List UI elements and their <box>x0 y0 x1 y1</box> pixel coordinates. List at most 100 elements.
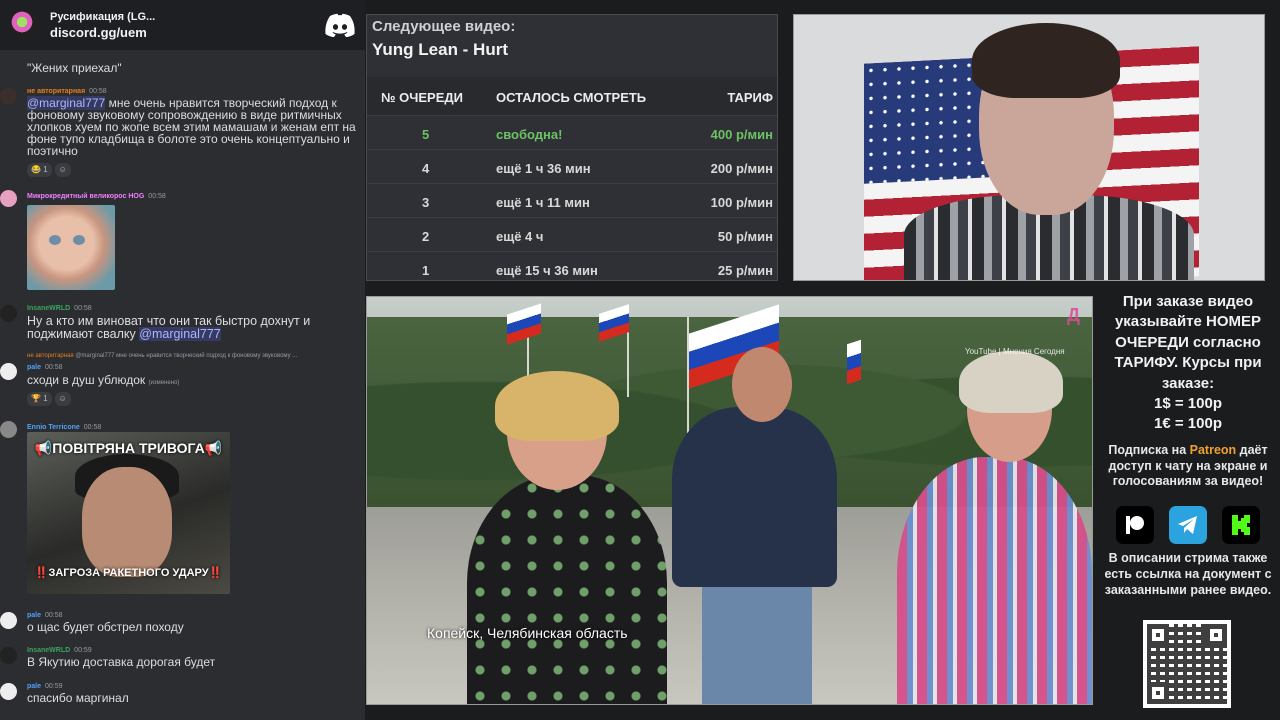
man-face <box>732 347 792 422</box>
rate: 100 р/мин <box>710 195 773 210</box>
username-text: InsaneWRLD <box>27 305 71 312</box>
qr-pattern <box>1147 624 1227 704</box>
man-center <box>672 347 842 704</box>
mention[interactable]: @marginal777 <box>139 327 221 341</box>
reaction-count: 1 <box>43 165 48 174</box>
message-text: сходи в душ ублюдок (изменено) <box>27 374 365 389</box>
rate: 400 р/мин <box>710 127 773 142</box>
rate: 25 р/мин <box>717 263 773 278</box>
add-reaction-icon[interactable]: ☺ <box>54 163 71 177</box>
woman-left <box>467 371 697 704</box>
queue-number: 3 <box>422 195 430 210</box>
avatar[interactable] <box>0 421 17 438</box>
username-text: pale <box>27 612 42 619</box>
subscription-info: Подписка на Patreon даёт доступ к чату н… <box>1098 443 1278 490</box>
message-text: @marginal777 мне очень нравится творческ… <box>27 96 365 157</box>
video-location-caption: Копейск, Челябинская область <box>427 625 628 641</box>
table-row: 5 свободна! 400 р/мин <box>367 115 777 149</box>
qr-finder <box>1205 624 1227 646</box>
header-queue-number: № ОЧЕРЕДИ <box>381 90 463 105</box>
meme-face <box>82 467 172 577</box>
video-queue-panel: Следующее видео: Yung Lean - Hurt № ОЧЕР… <box>366 14 778 281</box>
username-text: не авторитарная <box>27 88 86 95</box>
message-text: В Якутию доставка дорогая будет <box>27 655 216 669</box>
next-video-title: Yung Lean - Hurt <box>372 40 508 59</box>
table-row: 2 ещё 4 ч 50 р/мин <box>367 217 777 251</box>
social-links <box>1116 506 1260 546</box>
rate-eur: 1€ = 100р <box>1154 415 1222 433</box>
streamer-webcam <box>793 14 1265 281</box>
reaction-laugh[interactable]: 😂 1 <box>27 163 52 177</box>
baby-image-attachment[interactable] <box>27 205 115 290</box>
reaction-count: 1 <box>43 394 48 403</box>
remaining-time: ещё 1 ч 11 мин <box>496 195 590 210</box>
role-badge: HOG <box>128 193 145 200</box>
order-instructions: При заказе видео указывайте НОМЕР ОЧЕРЕД… <box>1098 292 1278 435</box>
server-icon <box>10 10 40 40</box>
server-name: Русификация (LG... <box>50 11 156 23</box>
reaction-row: 🏆 1 ☺ <box>27 391 74 406</box>
table-row: 4 ещё 1 ч 36 мин 200 р/мин <box>367 149 777 183</box>
username-text: Ennio Terricone <box>27 424 80 431</box>
qr-finder <box>1147 682 1169 704</box>
qr-finder <box>1147 624 1169 646</box>
queue-number: 5 <box>422 127 430 142</box>
video-watermark: YouTube | Мнения Сегодня <box>965 347 1065 356</box>
timestamp: 00:58 <box>45 364 63 371</box>
reply-preview[interactable]: не авторитарная @marginal777 мне очень н… <box>27 350 297 362</box>
man-legs <box>702 582 812 704</box>
kick-icon[interactable] <box>1222 506 1260 544</box>
timestamp: 00:58 <box>45 612 63 619</box>
meme-image-attachment[interactable]: 📢ПОВІТРЯНА ТРИВОГА📢 ‼️ЗАГРОЗА РАКЕТНОГО … <box>27 432 230 594</box>
edited-label: (изменено) <box>148 380 180 386</box>
username-text: Микрокредитный великорос <box>27 193 127 200</box>
chat-header: Русификация (LG... discord.gg/uem <box>0 0 365 50</box>
main-video-player[interactable]: YouTube | Мнения Сегодня Д Копейск, Челя… <box>366 296 1093 705</box>
server-invite-link[interactable]: discord.gg/uem <box>50 25 155 41</box>
message-body: сходи в душ ублюдок <box>27 373 146 387</box>
woman-right-hair <box>959 351 1063 413</box>
rate-usd: 1$ = 100р <box>1154 395 1222 413</box>
username-text: pale <box>27 683 42 690</box>
queue-table-header: № ОЧЕРЕДИ ОСТАЛОСЬ СМОТРЕТЬ ТАРИФ <box>367 77 777 115</box>
meme-top-text: 📢ПОВІТРЯНА ТРИВОГА📢 <box>34 440 223 456</box>
next-video-label: Следующее видео: <box>372 18 516 35</box>
message-text: о щас будет обстрел походу <box>27 620 184 634</box>
remaining-time: ещё 15 ч 36 мин <box>496 263 598 278</box>
avatar[interactable] <box>0 647 17 664</box>
timestamp: 00:58 <box>148 193 166 200</box>
timestamp: 00:59 <box>74 647 92 654</box>
add-reaction-icon[interactable]: ☺ <box>54 392 71 406</box>
avatar[interactable] <box>0 363 17 380</box>
avatar[interactable] <box>0 88 17 105</box>
order-info-panel: При заказе видео указывайте НОМЕР ОЧЕРЕД… <box>1098 292 1278 490</box>
queue-number: 4 <box>422 161 430 176</box>
timestamp: 00:58 <box>83 424 102 431</box>
woman-right-body <box>897 457 1092 704</box>
reaction-row: 😂 1 ☺ <box>27 162 74 177</box>
patreon-link[interactable]: Patreon <box>1190 443 1237 457</box>
woman-right <box>897 351 1092 704</box>
avatar[interactable] <box>0 612 17 629</box>
remaining-time: ещё 1 ч 36 мин <box>496 161 591 176</box>
meme-bottom-text: ‼️ЗАГРОЗА РАКЕТНОГО УДАРУ‼️ <box>34 567 223 579</box>
username[interactable]: Микрокредитный великорос HOG 00:58 <box>27 191 166 203</box>
discord-chat-panel: Русификация (LG... discord.gg/uem "Жених… <box>0 0 365 720</box>
message-text: спасибо маргинал <box>27 691 129 705</box>
qr-code[interactable] <box>1143 620 1231 708</box>
description-note: В описании стрима также есть ссылка на д… <box>1104 551 1272 597</box>
patreon-icon[interactable] <box>1116 506 1154 544</box>
avatar[interactable] <box>0 683 17 700</box>
telegram-icon[interactable] <box>1169 506 1207 544</box>
reaction-emoji[interactable]: 🏆 1 <box>27 392 52 406</box>
channel-logo: Д <box>1067 305 1080 325</box>
avatar[interactable] <box>0 305 17 322</box>
timestamp: 00:58 <box>74 305 92 312</box>
reply-text: @marginal777 мне очень нравится творческ… <box>75 353 298 359</box>
patreon-glyph <box>1126 516 1144 534</box>
rate: 50 р/мин <box>717 229 773 244</box>
telegram-glyph <box>1178 516 1197 534</box>
streamer-hair <box>972 23 1120 98</box>
table-row: 3 ещё 1 ч 11 мин 100 р/мин <box>367 183 777 217</box>
avatar[interactable] <box>0 190 17 207</box>
